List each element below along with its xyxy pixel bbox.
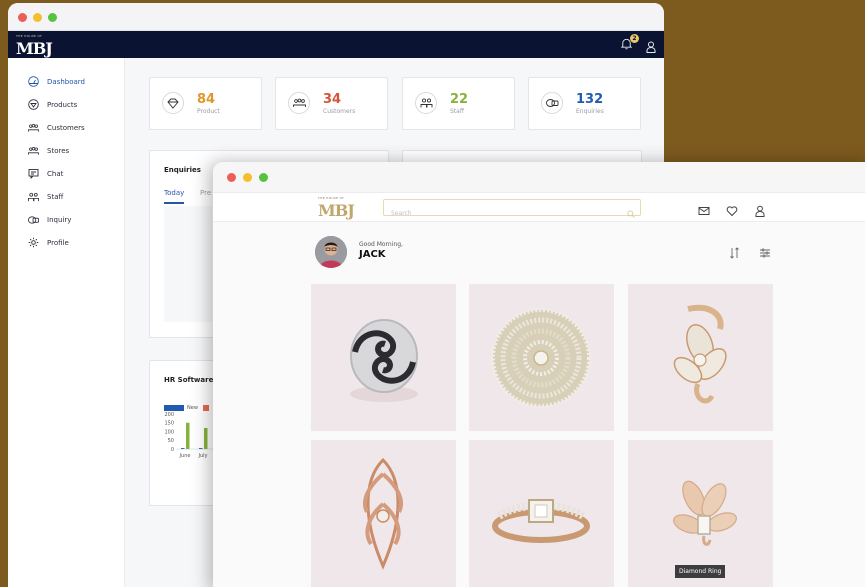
people-icon [288, 92, 310, 114]
close-window-button[interactable] [227, 173, 236, 182]
sidebar-item-inquiry[interactable]: Inquiry [8, 208, 124, 231]
enquiries-title: Enquiries [164, 166, 201, 174]
bar-july-series-0[interactable] [199, 448, 203, 449]
user-icon[interactable] [646, 38, 656, 53]
y-tick-label: 150 [164, 421, 174, 427]
search-icon[interactable] [627, 203, 635, 222]
stat-label: Product [197, 108, 220, 115]
filter-icon[interactable] [759, 244, 771, 258]
bar-june-series-0[interactable] [181, 448, 185, 449]
logo-text: MBJ [16, 39, 53, 58]
sidebar-item-label: Dashboard [47, 77, 85, 86]
product-card[interactable] [628, 284, 773, 431]
stat-label: Customers [323, 108, 356, 115]
admin-titlebar [8, 3, 664, 31]
sidebar-item-chat[interactable]: Chat [8, 162, 124, 185]
staff-icon [28, 191, 39, 202]
logo-text: MBJ [318, 201, 355, 220]
inquiry-icon [28, 214, 39, 225]
tab-previous[interactable]: Pre [200, 189, 211, 197]
gear-icon [28, 237, 39, 248]
sidebar-item-profile[interactable]: Profile [8, 231, 124, 254]
stat-value: 132 [576, 92, 604, 107]
solitaire-ring-image [492, 499, 590, 543]
stat-value: 34 [323, 92, 342, 107]
user-icon[interactable] [754, 202, 766, 217]
minimize-window-button[interactable] [33, 13, 42, 22]
product-card[interactable] [469, 284, 614, 431]
swirl-ring-image [350, 319, 418, 402]
sidebar-item-dashboard[interactable]: Dashboard [8, 70, 124, 93]
bar-july-series-1[interactable] [204, 428, 208, 449]
user-name: JACK [359, 249, 386, 260]
notification-badge: 2 [630, 34, 639, 43]
store-icon [28, 145, 39, 156]
x-tick-label: June [179, 453, 191, 459]
stat-value: 22 [450, 92, 469, 107]
y-tick-label: 50 [168, 438, 174, 444]
dashboard-icon [28, 76, 39, 87]
maximize-window-button[interactable] [48, 13, 57, 22]
enquiries-chart-area [164, 206, 212, 322]
close-window-button[interactable] [18, 13, 27, 22]
staff-icon [415, 92, 437, 114]
shop-logo[interactable]: THE HOUSE OF MBJ [318, 196, 358, 220]
greeting-text: Good Morning, [359, 241, 403, 248]
inquiry-icon [541, 92, 563, 114]
diamond-icon [162, 92, 184, 114]
stat-card-staff[interactable]: 22 Staff [402, 77, 515, 130]
floral-ring-image [673, 304, 727, 404]
stat-card-enquiries[interactable]: 132 Enquiries [528, 77, 641, 130]
notification-bell-icon[interactable]: 2 [620, 34, 639, 51]
sidebar-item-label: Stores [47, 146, 70, 155]
stat-label: Enquiries [576, 108, 604, 115]
sort-icon[interactable] [729, 244, 741, 259]
product-card[interactable] [311, 440, 456, 587]
sidebar-item-stores[interactable]: Stores [8, 139, 124, 162]
bar-june-series-1[interactable] [186, 422, 190, 449]
maximize-window-button[interactable] [259, 173, 268, 182]
sidebar-item-staff[interactable]: Staff [8, 185, 124, 208]
avatar[interactable] [315, 236, 347, 268]
mail-icon[interactable] [698, 202, 710, 215]
shop-window: THE HOUSE OF MBJ Good Morning, JACK [213, 162, 865, 587]
search-bar[interactable] [383, 199, 641, 221]
admin-logo[interactable]: THE HOUSE OF MBJ [16, 34, 53, 58]
admin-sidebar: Dashboard Products Customers Stores Chat… [8, 58, 125, 587]
sidebar-item-products[interactable]: Products [8, 93, 124, 116]
search-input[interactable] [384, 206, 614, 221]
sidebar-item-customers[interactable]: Customers [8, 116, 124, 139]
minimize-window-button[interactable] [243, 173, 252, 182]
hr-bar-chart: 200 150 100 50 0 June July [164, 412, 220, 459]
y-tick-label: 100 [164, 429, 174, 435]
sidebar-item-label: Products [47, 100, 78, 109]
y-tick-label: 0 [171, 447, 174, 453]
product-card[interactable] [469, 440, 614, 587]
sidebar-item-label: Staff [47, 192, 64, 201]
admin-header: THE HOUSE OF MBJ 2 [8, 31, 664, 58]
diamond-icon [28, 99, 39, 110]
stat-card-products[interactable]: 84 Product [149, 77, 262, 130]
cluster-ring-image [491, 308, 591, 408]
shop-navbar: THE HOUSE OF MBJ [213, 192, 865, 222]
sidebar-item-label: Customers [47, 123, 85, 132]
shop-titlebar [213, 162, 865, 192]
product-card[interactable] [311, 284, 456, 431]
y-tick-label: 200 [164, 412, 174, 418]
leaf-ring-image [363, 457, 403, 570]
people-icon [28, 122, 39, 133]
stat-label: Staff [450, 108, 464, 115]
hr-software-title: HR Software [164, 376, 214, 384]
stat-card-customers[interactable]: 34 Customers [275, 77, 388, 130]
x-tick-label: July [198, 453, 208, 459]
sidebar-item-label: Chat [47, 169, 64, 178]
sidebar-item-label: Inquiry [47, 215, 72, 224]
stat-value: 84 [197, 92, 216, 107]
chat-icon [28, 168, 39, 179]
product-tooltip: Diamond Ring [675, 565, 726, 578]
sidebar-item-label: Profile [47, 238, 69, 247]
tab-today[interactable]: Today [164, 189, 185, 204]
heart-icon[interactable] [726, 202, 738, 217]
